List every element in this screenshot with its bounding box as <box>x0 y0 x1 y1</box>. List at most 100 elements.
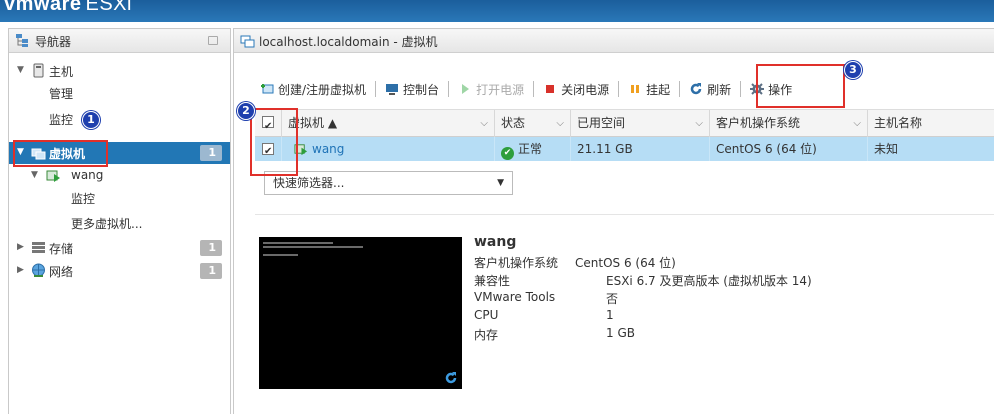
detail-value: 否 <box>606 292 619 306</box>
expand-arrow-icon[interactable]: ▼ <box>17 65 24 75</box>
detail-key: CPU <box>474 308 499 322</box>
power-on-label: 打开电源 <box>476 82 525 97</box>
toolbar-separator <box>533 81 535 97</box>
play-icon <box>462 84 470 94</box>
chevron-down-icon[interactable]: ⌵ <box>853 110 861 137</box>
column-header-status[interactable]: 状态 ⌵ <box>495 110 571 137</box>
create-vm-icon <box>261 84 274 94</box>
cell-vm-name[interactable]: wang <box>282 137 495 161</box>
nav-item-host-monitor[interactable]: 监控 <box>9 108 230 130</box>
table-row[interactable]: wang ✔ 正常 21.11 GB CentOS 6 (64 位) 未知 <box>255 137 994 164</box>
toolbar-separator <box>448 81 450 97</box>
column-header-guest-os[interactable]: 客户机操作系统 ⌵ <box>710 110 868 137</box>
vm-running-icon <box>46 170 60 182</box>
annotation-number-2: 2 <box>237 102 255 120</box>
panel-title: localhost.localdomain - 虚拟机 <box>259 35 438 49</box>
nav-item-monitor-label: 监控 <box>49 113 74 127</box>
nav-item-network-label: 网络 <box>49 265 74 279</box>
refresh-icon <box>690 83 702 95</box>
nav-item-vm-label: wang <box>71 168 104 182</box>
column-header-host-name[interactable]: 主机名称 <box>868 110 994 137</box>
annotation-box-actions <box>756 64 845 108</box>
power-off-button[interactable]: 关闭电源 <box>539 79 613 99</box>
console-text <box>263 242 333 244</box>
refresh-icon[interactable] <box>444 371 458 385</box>
pause-icon <box>631 85 640 93</box>
vm-list-panel: localhost.localdomain - 虚拟机 创建/注册虚拟机 控制台… <box>233 28 994 414</box>
chevron-down-icon[interactable]: ⌵ <box>556 110 564 137</box>
column-header-used-label: 已用空间 <box>577 116 626 130</box>
nav-item-vm-monitor[interactable]: 监控 <box>9 187 230 209</box>
detail-key: 客户机操作系统 <box>474 256 559 270</box>
column-header-used-space[interactable]: 已用空间 ⌵ <box>571 110 710 137</box>
expand-arrow-icon[interactable]: ▶ <box>17 265 24 275</box>
navigator-header: 导航器 <box>9 29 230 53</box>
console-icon <box>386 84 399 95</box>
expand-arrow-icon[interactable]: ▼ <box>31 170 38 180</box>
navigator-icon <box>16 34 28 47</box>
vms-icon <box>240 35 255 48</box>
panel-header: localhost.localdomain - 虚拟机 <box>234 29 994 53</box>
console-button[interactable]: 控制台 <box>381 79 443 99</box>
cell-guest-os: CentOS 6 (64 位) <box>710 137 868 161</box>
vm-details: wang 客户机操作系统 CentOS 6 (64 位) 兼容性 ESXi 6.… <box>474 234 812 342</box>
column-header-vm[interactable]: 虚拟机 ▲ ⌵ <box>282 110 495 137</box>
nav-item-more-vms[interactable]: 更多虚拟机... <box>9 212 230 234</box>
detail-key: VMware Tools <box>474 290 556 304</box>
expand-arrow-icon[interactable]: ▶ <box>17 242 24 252</box>
cell-used-space: 21.11 GB <box>571 137 710 161</box>
chevron-down-icon[interactable]: ⌵ <box>480 110 488 137</box>
vm-name-link[interactable]: wang <box>312 142 344 156</box>
detail-value: 1 GB <box>606 326 635 340</box>
storage-count-badge: 1 <box>200 240 222 256</box>
dropdown-arrow-icon[interactable]: ▼ <box>497 172 504 194</box>
console-preview[interactable] <box>259 237 462 389</box>
toolbar-separator <box>618 81 620 97</box>
quick-filter-label: 快速筛选器... <box>273 176 345 190</box>
toolbar-separator <box>679 81 681 97</box>
suspend-button[interactable]: 挂起 <box>624 79 674 99</box>
network-count-badge: 1 <box>200 263 222 279</box>
table-header: 虚拟机 ▲⌵ 状态 ⌵ 已用空间 ⌵ 客户机操作系统 ⌵ 主机名称 <box>255 109 994 140</box>
status-text: 正常 <box>518 142 543 156</box>
stop-icon <box>546 85 555 93</box>
console-label: 控制台 <box>403 82 440 97</box>
divider <box>255 214 994 215</box>
refresh-button[interactable]: 刷新 <box>685 79 735 99</box>
top-header: vmware ESXi <box>0 0 994 22</box>
navigator-panel: 导航器 ▼ 主机 管理 监控 ▼ 虚拟机 1 ▼ wang 监控 更多虚拟机..… <box>8 28 231 414</box>
create-register-vm-button[interactable]: 创建/注册虚拟机 <box>256 79 370 99</box>
create-register-vm-label: 创建/注册虚拟机 <box>278 82 367 97</box>
nav-item-storage-label: 存储 <box>49 242 74 256</box>
host-icon <box>33 63 44 78</box>
nav-item-network[interactable]: ▶ 网络 1 <box>9 260 230 282</box>
toolbar-separator <box>740 81 742 97</box>
detail-key: 内存 <box>474 328 499 342</box>
collapse-icon[interactable] <box>208 36 218 45</box>
toolbar-separator <box>375 81 377 97</box>
power-off-label: 关闭电源 <box>561 82 610 97</box>
vm-details-name: wang <box>474 234 517 250</box>
detail-key: 兼容性 <box>474 274 511 288</box>
refresh-label: 刷新 <box>707 82 732 97</box>
quick-filter-dropdown[interactable]: 快速筛选器... ▼ <box>264 171 513 195</box>
console-text <box>263 254 298 256</box>
nav-item-storage[interactable]: ▶ 存储 1 <box>9 237 230 259</box>
annotation-number-3: 3 <box>844 61 862 79</box>
navigator-title: 导航器 <box>35 35 72 49</box>
nav-item-host[interactable]: ▼ 主机 <box>9 60 230 82</box>
nav-item-vm-wang[interactable]: ▼ wang <box>9 165 230 187</box>
nav-item-more-vms-label: 更多虚拟机... <box>71 217 143 231</box>
vms-count-badge: 1 <box>200 145 222 161</box>
column-header-os-label: 客户机操作系统 <box>716 116 801 130</box>
column-header-status-label: 状态 <box>501 116 526 130</box>
detail-value: CentOS 6 (64 位) <box>575 256 676 270</box>
detail-value: ESXi 6.7 及更高版本 (虚拟机版本 14) <box>606 274 812 288</box>
annotation-number-1: 1 <box>82 111 100 129</box>
vmware-logo: vmware ESXi <box>4 0 132 15</box>
chevron-down-icon[interactable]: ⌵ <box>695 110 703 137</box>
power-on-button[interactable]: 打开电源 <box>454 79 528 99</box>
nav-item-host-manage[interactable]: 管理 <box>9 82 230 104</box>
vm-table: 虚拟机 ▲⌵ 状态 ⌵ 已用空间 ⌵ 客户机操作系统 ⌵ 主机名称 wang ✔ 正常 … <box>255 109 994 164</box>
storage-icon <box>32 242 45 253</box>
